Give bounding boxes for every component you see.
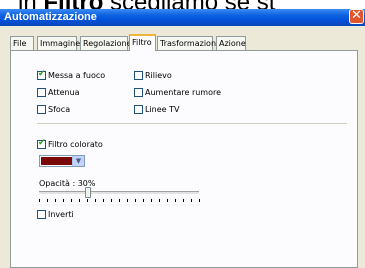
title-bar[interactable]: Automatizzazione ✕ [0,8,365,26]
slider-tick [135,199,136,202]
opacity-slider[interactable] [39,187,199,198]
tab-azione[interactable]: Azione [216,36,246,50]
checkbox-box[interactable] [134,71,143,80]
checkbox-inverti[interactable]: Inverti [37,210,74,219]
slider-tick [159,199,160,202]
checkbox-label: Linee TV [145,105,180,114]
checkbox-messa-a-fuoco[interactable]: ✔ Messa a fuoco [37,69,106,80]
slider-tick [143,199,144,202]
tab-immagine[interactable]: Immagine [37,36,80,50]
slider-tick [47,199,48,202]
checkmark-icon: ✔ [38,138,46,148]
slider-tick [183,199,184,202]
checkbox-label: Sfoca [48,105,71,114]
checkbox-label: Rilievo [145,71,172,80]
checkbox-label: Attenua [48,88,80,97]
checkbox-sfoca[interactable]: Sfoca [37,105,70,114]
slider-tick [95,199,96,202]
slider-tick [175,199,176,202]
color-swatch [41,157,73,165]
chevron-down-icon[interactable]: ▼ [72,156,84,166]
automation-dialog: Automatizzazione ✕ File Immagine Regolaz… [0,8,365,268]
section-divider [37,123,347,124]
window-title: Automatizzazione [4,11,97,23]
tab-file[interactable]: File [10,36,34,50]
checkbox-label: Messa a fuoco [48,71,106,80]
slider-tick [167,199,168,202]
checkbox-box[interactable] [37,210,46,219]
checkbox-box[interactable]: ✔ [37,138,46,149]
slider-tick [39,199,40,202]
slider-thumb[interactable] [85,187,91,198]
checkbox-filtro-colorato[interactable]: ✔ Filtro colorato [37,138,103,149]
close-button[interactable]: ✕ [349,8,364,24]
checkbox-rilievo[interactable]: Rilievo [134,71,172,80]
checkbox-attenua[interactable]: Attenua [37,88,80,97]
color-picker-dropdown[interactable]: ▼ [39,155,85,167]
slider-tick [127,199,128,202]
checkmark-icon: ✔ [38,69,46,79]
close-icon: ✕ [351,8,362,23]
slider-tick [71,199,72,202]
tab-filtro[interactable]: Filtro [129,34,156,51]
tab-regolazione[interactable]: Regolazione [80,36,132,50]
checkbox-box[interactable] [37,88,46,97]
slider-tick [55,199,56,202]
checkbox-linee-tv[interactable]: Linee TV [134,105,180,114]
slider-tick [151,199,152,202]
slider-tick [63,199,64,202]
checkbox-box[interactable]: ✔ [37,69,46,80]
tab-trasformazione[interactable]: Trasformazione [157,36,221,50]
slider-tick [111,199,112,202]
filter-panel: ✔ Messa a fuoco Rilievo Attenua Aumentar… [10,50,358,268]
checkbox-label: Inverti [48,210,74,219]
checkbox-label: Filtro colorato [48,140,103,149]
checkbox-box[interactable] [37,105,46,114]
slider-tick [79,199,80,202]
slider-tick [103,199,104,202]
slider-ticks [39,199,200,202]
slider-tick [87,199,88,202]
checkbox-box[interactable] [134,88,143,97]
slider-tick [191,199,192,202]
checkbox-aumentare-rumore[interactable]: Aumentare rumore [134,88,221,97]
checkbox-box[interactable] [134,105,143,114]
slider-tick [199,199,200,202]
checkbox-label: Aumentare rumore [145,88,222,97]
slider-tick [119,199,120,202]
